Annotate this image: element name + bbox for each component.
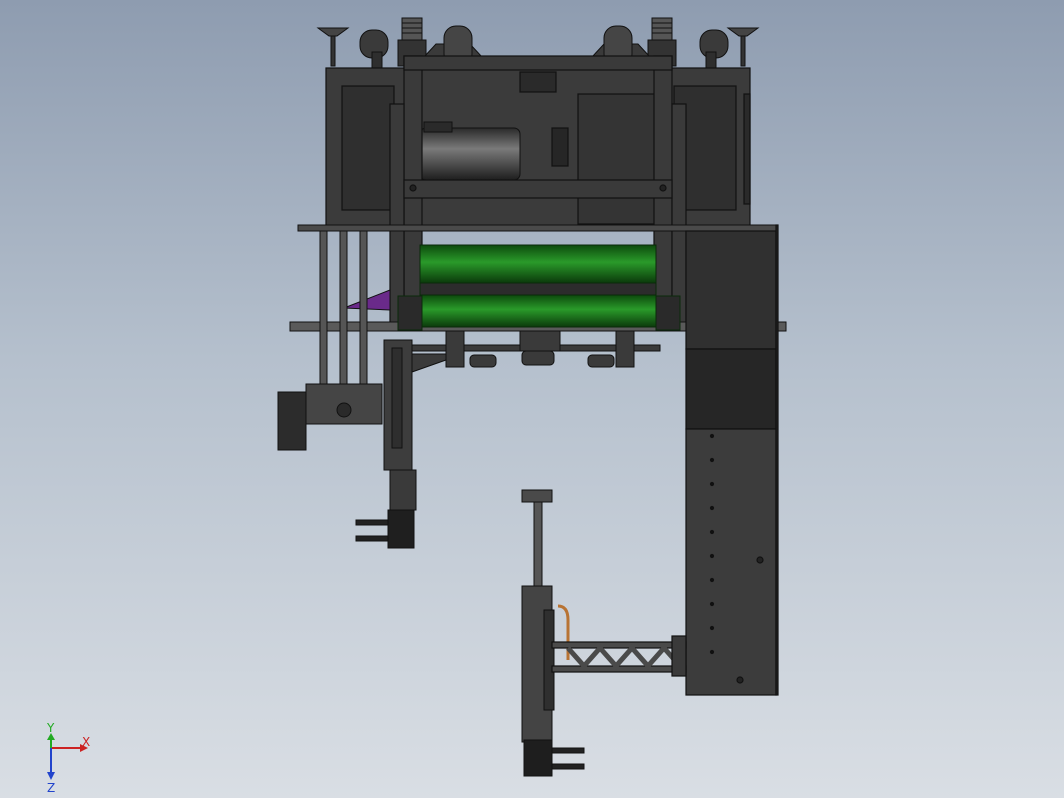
leveling-foot-right [726, 27, 760, 67]
green-roller-pair [397, 244, 681, 331]
drive-motor [419, 121, 521, 181]
upper-roller [419, 244, 657, 284]
coordinate-triad: X Y Z [46, 721, 90, 795]
guide-rods [319, 230, 368, 392]
caster-wheel [359, 29, 389, 69]
cylinder-assembly [409, 330, 661, 368]
cad-viewport[interactable]: X Y Z [0, 0, 1064, 798]
leveling-foot-left [316, 27, 350, 67]
side-enclosure [685, 224, 779, 696]
z-axis-label: Z [47, 781, 55, 795]
x-axis-label: X [82, 735, 90, 749]
y-axis-label: Y [46, 721, 55, 735]
truss-arm [551, 635, 687, 677]
lower-linear-module [521, 489, 585, 777]
machine-assembly-drawing: X Y Z [46, 17, 787, 795]
caster-wheel [699, 29, 729, 69]
lower-roller [419, 294, 657, 328]
